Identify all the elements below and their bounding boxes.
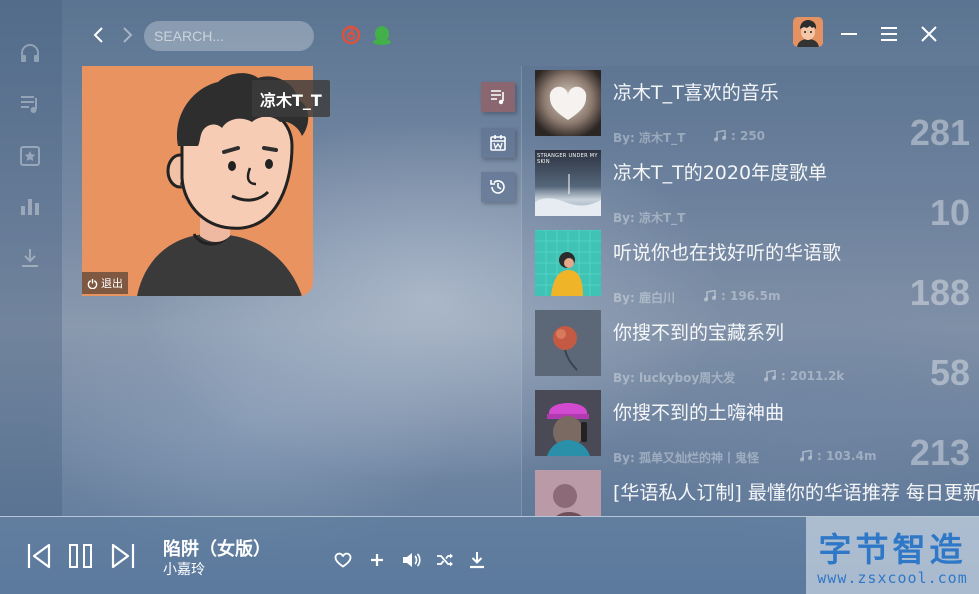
add-icon[interactable] — [367, 550, 387, 570]
playlist-creator: By: 鹿白川 — [613, 291, 675, 305]
music-note-icon — [800, 450, 812, 462]
pause-icon[interactable] — [66, 541, 96, 571]
close-icon[interactable] — [917, 22, 941, 46]
search-box[interactable] — [144, 21, 314, 51]
tab-history[interactable] — [481, 172, 515, 202]
shuffle-icon[interactable] — [434, 550, 456, 570]
user-avatar[interactable] — [793, 17, 823, 47]
playlist-plays: : 196.5m — [703, 289, 780, 303]
logout-label: 退出 — [101, 277, 123, 290]
left-rail — [0, 0, 62, 516]
chart-icon[interactable] — [17, 193, 43, 219]
history-tab-icon — [490, 180, 505, 194]
playlist-cover — [535, 310, 601, 376]
calendar-tab-icon — [490, 135, 506, 151]
playlist-creator: By: 孤单又灿烂的神丨鬼怪 — [613, 451, 759, 465]
list-item[interactable]: 凉木T_T喜欢的音乐 By: 凉木T_T : 250 281 — [535, 66, 979, 153]
playlist-creator: By: luckyboy周大发 — [613, 371, 736, 385]
playlist-cover — [535, 470, 601, 516]
playlist-icon[interactable] — [17, 91, 43, 117]
star-icon[interactable] — [17, 143, 43, 169]
playlist-cover — [535, 390, 601, 456]
player-bar: 陷阱（女版） 小嘉玲 字节智造 www.zsxcool.com — [0, 516, 979, 594]
power-icon — [87, 278, 98, 289]
now-playing-title: 陷阱（女版） — [163, 539, 271, 560]
cover-text: STRANGER UNDER MY SKIN — [537, 153, 598, 165]
download-song-icon[interactable] — [467, 550, 487, 570]
playlist-title: 你搜不到的土嗨神曲 — [613, 402, 785, 424]
playlist-plays-value: : 196.5m — [721, 289, 781, 303]
previous-icon[interactable] — [24, 541, 54, 571]
forward-arrow-icon[interactable] — [118, 24, 138, 46]
heart-icon[interactable] — [333, 550, 353, 570]
watermark-main-text: 字节智造 — [818, 530, 967, 569]
playlist-title: 你搜不到的宝藏系列 — [613, 322, 785, 344]
search-input[interactable] — [154, 28, 304, 44]
headphones-icon[interactable] — [17, 40, 43, 66]
qq-music-icon[interactable] — [371, 24, 393, 46]
list-item[interactable]: 你搜不到的土嗨神曲 By: 孤单又灿烂的神丨鬼怪 : 103.4m 213 — [535, 386, 979, 473]
playlist-plays-value: : 2011.2k — [781, 369, 845, 383]
list-item[interactable]: 你搜不到的宝藏系列 By: luckyboy周大发 : 2011.2k 58 — [535, 306, 979, 393]
profile-username: 凉木T_T — [252, 80, 330, 117]
playlist-title: 凉木T_T喜欢的音乐 — [613, 82, 779, 104]
watermark-url: www.zsxcool.com — [817, 569, 968, 587]
playlist-plays: : 2011.2k — [763, 369, 844, 383]
tab-playlists[interactable] — [481, 82, 515, 112]
playlist-cover: STRANGER UNDER MY SKIN — [535, 150, 601, 216]
list-item[interactable]: [华语私人订制] 最懂你的华语推荐 每日更新 — [535, 466, 979, 516]
now-playing-artist: 小嘉玲 — [163, 562, 205, 578]
menu-icon[interactable] — [877, 22, 901, 46]
playlist-plays: : 103.4m — [799, 449, 876, 463]
volume-icon[interactable] — [400, 550, 422, 570]
list-item[interactable]: 听说你也在找好听的华语歌 By: 鹿白川 : 196.5m 188 — [535, 226, 979, 313]
playlist-title: 凉木T_T的2020年度歌单 — [613, 162, 828, 184]
playlist-plays-value: : 250 — [731, 129, 766, 143]
music-note-icon — [764, 370, 776, 382]
download-icon[interactable] — [17, 245, 43, 271]
playlist-plays-value: : 103.4m — [817, 449, 877, 463]
list-item[interactable]: STRANGER UNDER MY SKIN 凉木T_T的2020年度歌单 By… — [535, 146, 979, 233]
back-arrow-icon[interactable] — [88, 24, 108, 46]
playlist-cover — [535, 230, 601, 296]
minimize-icon[interactable] — [837, 22, 861, 46]
playlist-title: 听说你也在找好听的华语歌 — [613, 242, 842, 264]
netease-music-icon[interactable] — [340, 24, 362, 46]
playlist-title: [华语私人订制] 最懂你的华语推荐 每日更新 — [613, 482, 979, 504]
playlist-creator: By: 凉木T_T — [613, 131, 686, 145]
music-note-icon — [704, 290, 716, 302]
playlist-creator: By: 凉木T_T — [613, 211, 686, 225]
watermark-logo: 字节智造 www.zsxcool.com — [806, 517, 979, 594]
playlist-list: 凉木T_T喜欢的音乐 By: 凉木T_T : 250 281 STRANGER … — [521, 66, 979, 516]
logout-button[interactable]: 退出 — [82, 272, 128, 294]
playlist-tab-icon — [491, 90, 504, 105]
playlist-plays: : 250 — [713, 129, 765, 143]
next-icon[interactable] — [108, 541, 138, 571]
playlist-cover — [535, 70, 601, 136]
music-note-icon — [714, 130, 726, 142]
tab-weekly[interactable] — [481, 128, 515, 158]
